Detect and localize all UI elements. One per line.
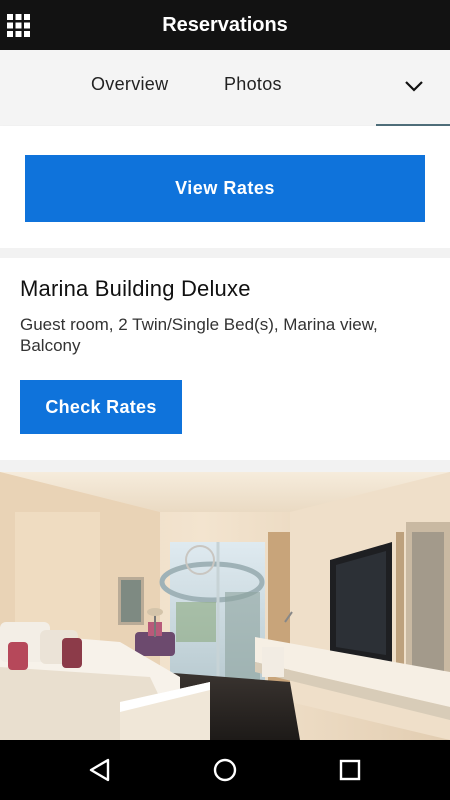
view-rates-card: View Rates bbox=[0, 126, 450, 248]
tab-bar: Overview Photos bbox=[0, 50, 450, 126]
tab-overview[interactable]: Overview bbox=[91, 74, 168, 95]
room-description: Guest room, 2 Twin/Single Bed(s), Marina… bbox=[20, 315, 378, 355]
chevron-down-icon[interactable] bbox=[403, 78, 425, 94]
system-nav-bar bbox=[0, 740, 450, 800]
check-rates-button[interactable]: Check Rates bbox=[20, 380, 182, 434]
page-title: Reservations bbox=[162, 14, 288, 36]
room-title: Marina Building Deluxe bbox=[20, 276, 251, 301]
section-divider bbox=[0, 460, 450, 472]
view-rates-button[interactable]: View Rates bbox=[25, 155, 425, 222]
recent-apps-icon[interactable] bbox=[337, 757, 363, 783]
app-bar: Reservations bbox=[0, 0, 450, 50]
tab-photos[interactable]: Photos bbox=[224, 74, 282, 95]
back-icon[interactable] bbox=[87, 757, 113, 783]
home-icon[interactable] bbox=[212, 757, 238, 783]
section-divider bbox=[0, 248, 450, 258]
room-card: Marina Building Deluxe Guest room, 2 Twi… bbox=[0, 258, 450, 460]
hotel-room-photo[interactable] bbox=[0, 472, 450, 740]
